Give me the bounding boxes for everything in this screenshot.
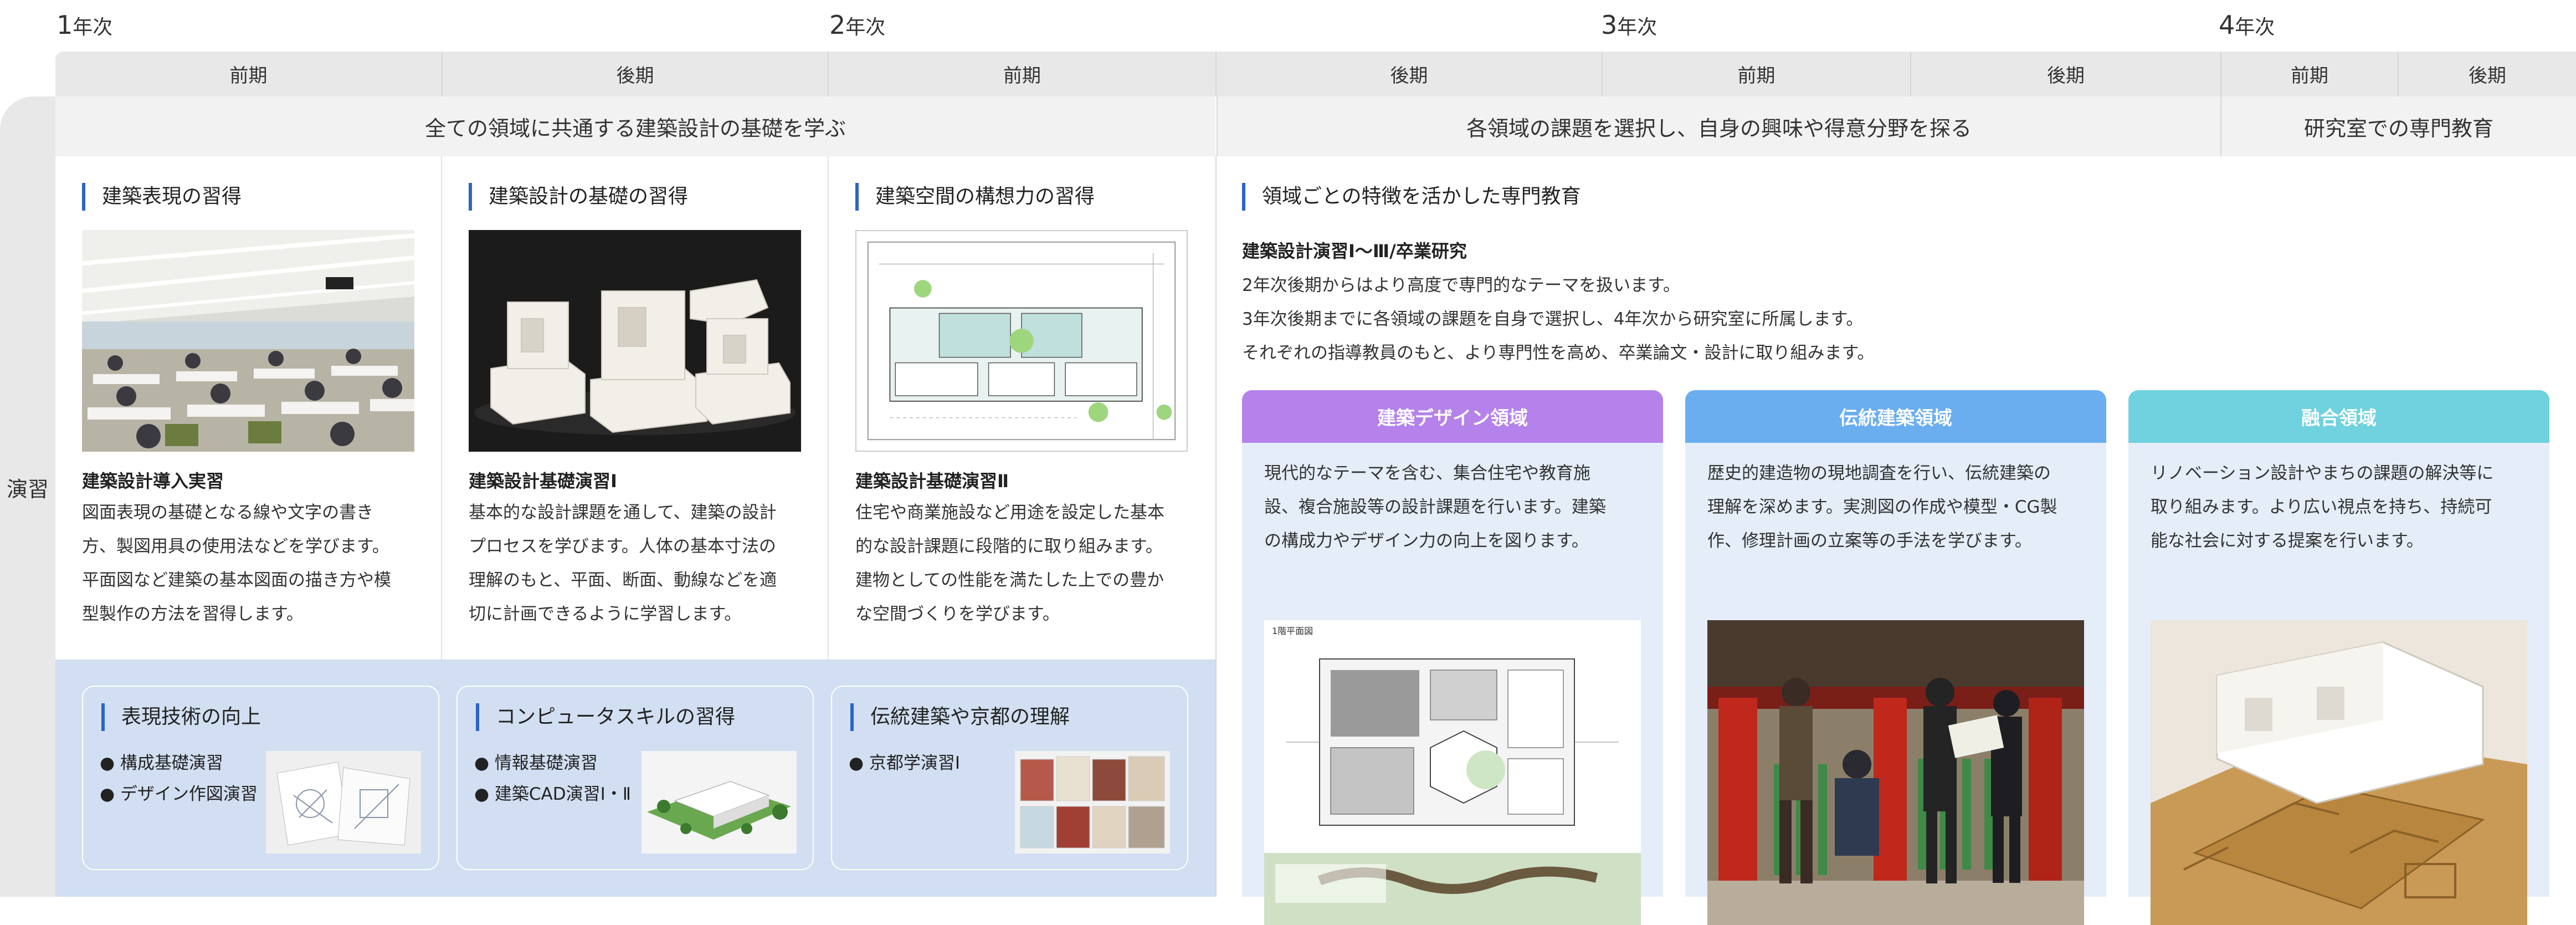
skill-1-heading: 表現技術の向上 [101,703,261,731]
classroom-photo [82,230,414,452]
list-item: ● 情報基礎演習 [474,753,598,773]
domain-card-design: 建築デザイン領域 現代的なテーマを含む、集合住宅や教育施 設、複合施設等の設計課題… [1242,390,1663,925]
design-floor-plan: 1階平面図 [1264,620,1641,925]
year-4-label: 4年次 [2219,10,2275,40]
cad-rendering [642,751,797,854]
column-3-heading: 建築空間の構想力の習得 [855,183,1095,211]
specialty-body: 2年次後期からはより高度で専門的なテーマを扱います。 3年次後期までに各領域の課題… [1242,275,1875,363]
column-3-title: 建築設計基礎演習Ⅱ [855,471,1009,492]
band-lab: 研究室での専門教育 [2220,96,2576,156]
column-1-title: 建築設計導入実習 [82,471,224,492]
list-item: ● 京都学演習Ⅰ [849,753,961,773]
plan-label: 1階平面図 [1272,626,1313,636]
domain-design-body: 現代的なテーマを含む、集合住宅や教育施 設、複合施設等の設計課題を行います。建築の… [1264,463,1606,551]
year-3-label: 3年次 [1601,10,1658,40]
kyoto-panels-photo [1015,751,1170,854]
band-explore: 各領域の課題を選択し、自身の興味や得意分野を探る [1217,96,2220,156]
specialty-subtitle: 建築設計演習Ⅰ～Ⅲ/卒業研究 [1242,241,1467,262]
column-divider [441,156,442,660]
domain-card-fusion: 融合領域 リノベーション設計やまちの課題の解決等に 取り組みます。より広い視点を持… [2128,390,2549,925]
domain-fusion-body: リノベーション設計やまちの課題の解決等に 取り組みます。より広い視点を持ち、持続可… [2151,463,2494,551]
specialty-heading: 領域ごとの特徴を活かした専門教育 [1242,183,1581,211]
year-1-label: 1年次 [57,10,113,40]
column-3-body: 住宅や商業施設など用途を設定した基本 的な設計課題に段階的に取り組みます。 建物とし… [855,503,1164,624]
skill-2-list: ● 情報基礎演習 ● 建築CAD演習Ⅰ・Ⅱ [474,748,631,810]
column-divider [1215,156,1217,897]
side-label: 演習 [6,477,49,502]
skill-1-list: ● 構成基礎演習 ● デザイン作図演習 [100,748,258,810]
period-y1-second: 後期 [442,52,828,96]
skill-2-heading: コンピュータスキルの習得 [476,703,735,731]
band-foundation: 全ての領域に共通する建築設計の基礎を学ぶ [55,96,1215,156]
column-2-title: 建築設計基礎演習Ⅰ [469,471,617,492]
period-y3-first: 前期 [1602,52,1910,96]
period-y2-second: 後期 [1215,52,1602,96]
list-item: ● 建築CAD演習Ⅰ・Ⅱ [474,784,632,804]
period-y4-second: 後期 [2398,52,2576,96]
domain-fusion-header: 融合領域 [2128,390,2549,443]
sketchbook-photo [266,751,421,854]
skill-card-expression: 表現技術の向上 ● 構成基礎演習 ● デザイン作図演習 [82,686,439,870]
column-1-body: 図面表現の基礎となる線や文字の書き 方、製図用具の使用法などを学びます。 平面図など… [82,503,391,624]
renovation-model-photo [2151,620,2527,925]
column-divider [828,156,829,660]
period-y1-first: 前期 [55,52,442,96]
column-2-body: 基本的な設計課題を通して、建築の設計 プロセスを学びます。人体の基本寸法の 理解のも… [469,503,777,624]
domain-traditional-body: 歴史的建造物の現地調査を行い、伝統建築の 理解を深めます。実測図の作成や模型・CG… [1707,463,2057,551]
period-y4-first: 前期 [2220,52,2398,96]
list-item: ● デザイン作図演習 [100,784,258,804]
domain-card-traditional: 伝統建築領域 歴史的建造物の現地調査を行い、伝統建築の 理解を深めます。実測図の作… [1685,390,2106,925]
year-2-label: 2年次 [829,10,886,40]
column-1-heading: 建築表現の習得 [82,183,242,211]
list-item: ● 構成基礎演習 [100,753,223,773]
shrine-survey-photo [1707,620,2084,925]
skill-3-heading: 伝統建築や京都の理解 [850,703,1070,731]
skill-card-computer: コンピュータスキルの習得 ● 情報基礎演習 ● 建築CAD演習Ⅰ・Ⅱ [456,686,814,870]
white-model-photo [469,230,801,452]
floor-plan-drawing [855,230,1188,452]
period-y3-second: 後期 [1910,52,2220,96]
domain-design-header: 建築デザイン領域 [1242,390,1663,443]
skill-card-kyoto: 伝統建築や京都の理解 ● 京都学演習Ⅰ [831,686,1188,870]
domain-traditional-header: 伝統建築領域 [1685,390,2106,443]
column-2-heading: 建築設計の基礎の習得 [469,183,688,211]
period-y2-first: 前期 [828,52,1215,96]
skill-3-list: ● 京都学演習Ⅰ [849,748,960,779]
